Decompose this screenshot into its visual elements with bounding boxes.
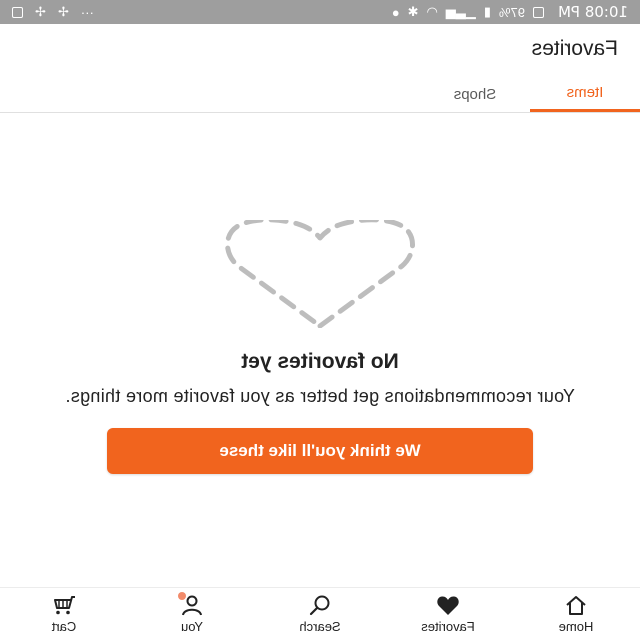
status-notifications: ··· ✢ ✢ xyxy=(12,4,94,20)
nav-you[interactable]: You xyxy=(137,588,247,634)
recommendations-button[interactable]: We think you'll like these xyxy=(107,428,533,474)
button-label: We think you'll like these xyxy=(219,441,421,460)
battery-icon: ▮ xyxy=(483,4,491,19)
empty-state: No favorites yet Your recommendations ge… xyxy=(0,220,640,474)
page-title: Favorites xyxy=(531,37,618,60)
heart-outline-icon xyxy=(225,220,415,328)
signal-icon: ▁▃▅ xyxy=(445,4,476,19)
bluetooth-icon: ✱ xyxy=(407,4,419,19)
location-icon: ● xyxy=(391,4,400,20)
gallery-icon xyxy=(533,6,545,18)
nav-label: You xyxy=(181,619,203,634)
favorites-tabs: Items Shops xyxy=(0,76,640,113)
nav-label: Search xyxy=(299,619,341,634)
nav-label: Favorites xyxy=(421,619,475,634)
empty-title: No favorites yet xyxy=(241,350,399,373)
search-icon xyxy=(309,595,330,616)
battery-percent: 97% xyxy=(498,4,526,20)
nav-label: Cart xyxy=(51,619,77,634)
cart-icon xyxy=(54,596,75,615)
nav-favorites[interactable]: Favorites xyxy=(393,588,503,634)
empty-description: Your recommendations get better as you f… xyxy=(65,386,575,406)
heart-icon xyxy=(437,596,459,615)
nav-search[interactable]: Search xyxy=(265,588,375,634)
tab-shops[interactable]: Shops xyxy=(420,76,530,112)
home-icon xyxy=(566,596,586,615)
tab-label: Shops xyxy=(453,85,497,103)
app-screen: 10:08 PM 97% ▮ ▁▃▅ ◠ ✱ ● ··· ✢ ✢ Favorit… xyxy=(0,0,640,640)
image-icon xyxy=(12,6,23,18)
status-icons: 97% ▮ ▁▃▅ ◠ ✱ ● xyxy=(391,4,545,20)
bottom-nav: Home Favorites Search You Cart xyxy=(0,587,640,640)
nav-home[interactable]: Home xyxy=(521,588,631,634)
fan-icon: ✢ xyxy=(35,4,46,19)
notification-dot xyxy=(178,592,186,600)
app-header: Favorites xyxy=(0,24,640,74)
status-bar: 10:08 PM 97% ▮ ▁▃▅ ◠ ✱ ● ··· ✢ ✢ xyxy=(0,0,640,24)
nav-cart[interactable]: Cart xyxy=(9,588,119,634)
tab-items[interactable]: Items xyxy=(530,76,640,112)
nav-label: Home xyxy=(558,619,594,634)
status-time: 10:08 PM xyxy=(558,3,628,21)
wifi-icon: ◠ xyxy=(426,4,438,19)
more-icon: ··· xyxy=(80,4,94,20)
tab-label: Items xyxy=(566,84,604,101)
fan-icon: ✢ xyxy=(57,4,69,19)
